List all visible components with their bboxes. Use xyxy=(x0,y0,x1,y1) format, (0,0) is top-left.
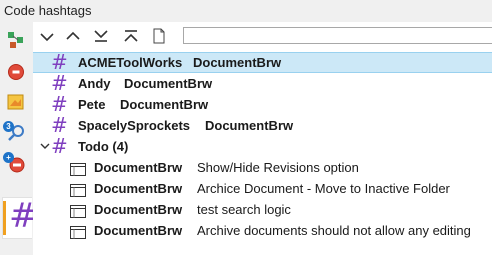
tag-name: SpacelySprockets xyxy=(78,118,191,133)
todo-text: Show/Hide Revisions option xyxy=(197,160,359,175)
todo-text: Archice Document - Move to Inactive Fold… xyxy=(197,181,450,196)
todo-text: test search logic xyxy=(197,202,291,217)
tag-name: ACMEToolWorks xyxy=(78,55,183,70)
left-toolbar: 3 + # xyxy=(0,22,38,255)
hashtag-tab[interactable]: # xyxy=(2,196,38,239)
tree-row-tag[interactable]: # ACMEToolWorks DocumentBrw xyxy=(33,52,492,73)
hashtag-icon: # xyxy=(51,134,68,158)
nodes-icon[interactable] xyxy=(4,28,28,52)
tree-row-tag[interactable]: # Pete DocumentBrw xyxy=(33,94,492,115)
collapse-all-icon[interactable] xyxy=(121,26,141,46)
todo-text: Archive documents should not allow any e… xyxy=(197,223,471,238)
document-icon xyxy=(70,161,86,176)
window-title: Code hashtags xyxy=(0,0,492,22)
panel-toolbar xyxy=(33,22,492,50)
add-badge: + xyxy=(3,152,14,163)
active-tab-indicator xyxy=(3,201,6,235)
todo-project: DocumentBrw xyxy=(94,202,183,217)
expand-all-icon[interactable] xyxy=(91,26,111,46)
new-file-icon[interactable] xyxy=(149,26,169,46)
tag-project: DocumentBrw xyxy=(120,97,209,112)
todo-project: DocumentBrw xyxy=(94,160,183,175)
todo-label: Todo (4) xyxy=(78,139,129,154)
tag-name: Pete xyxy=(78,97,106,112)
hashtag-icon: # xyxy=(51,50,68,74)
tag-project: DocumentBrw xyxy=(193,55,282,70)
todo-item[interactable]: DocumentBrw test search logic xyxy=(33,199,492,220)
todo-item[interactable]: DocumentBrw Archive documents should not… xyxy=(33,220,492,241)
document-icon xyxy=(70,182,86,197)
hashtag-panel: # ACMEToolWorks DocumentBrw # Andy Docum… xyxy=(33,22,492,255)
tag-name: Andy xyxy=(78,76,111,91)
tree-row-todo-group[interactable]: # Todo (4) xyxy=(33,136,492,157)
tag-project: DocumentBrw xyxy=(124,76,213,91)
tag-project: DocumentBrw xyxy=(205,118,294,133)
count-badge: 3 xyxy=(3,121,14,132)
image-edit-icon[interactable] xyxy=(4,90,28,114)
search-input[interactable] xyxy=(183,27,492,44)
todo-item[interactable]: DocumentBrw Show/Hide Revisions option xyxy=(33,157,492,178)
stop-icon[interactable] xyxy=(4,60,28,84)
expand-icon[interactable] xyxy=(37,26,57,46)
document-icon xyxy=(70,203,86,218)
hashtag-icon: # xyxy=(51,92,68,116)
tree-row-tag[interactable]: # Andy DocumentBrw xyxy=(33,73,492,94)
document-icon xyxy=(70,224,86,239)
todo-project: DocumentBrw xyxy=(94,181,183,196)
hashtag-icon: # xyxy=(51,113,68,137)
collapse-icon[interactable] xyxy=(63,26,83,46)
todo-item[interactable]: DocumentBrw Archice Document - Move to I… xyxy=(33,178,492,199)
tree-row-tag[interactable]: # SpacelySprockets DocumentBrw xyxy=(33,115,492,136)
todo-project: DocumentBrw xyxy=(94,223,183,238)
hashtag-icon: # xyxy=(51,71,68,95)
